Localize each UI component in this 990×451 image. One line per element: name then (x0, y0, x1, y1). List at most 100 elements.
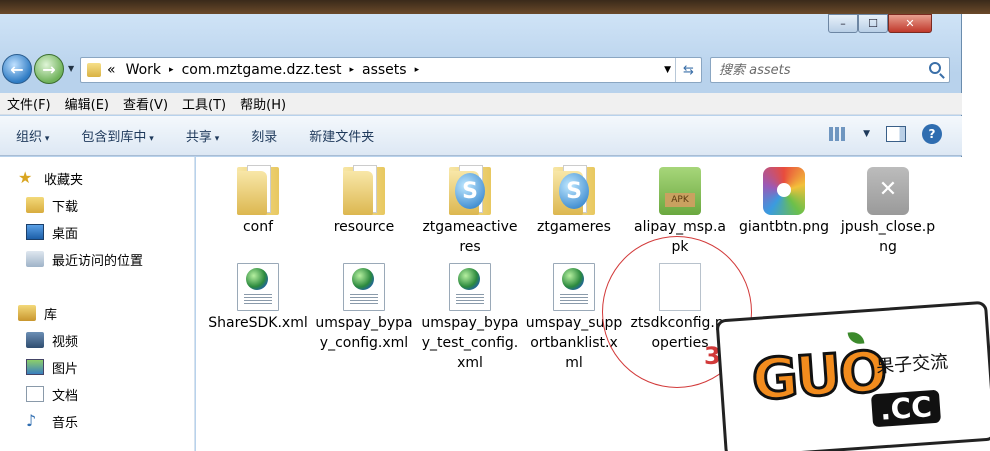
xml-icon (237, 263, 279, 311)
file-item-sharesdk-xml[interactable]: ShareSDK.xml (208, 263, 308, 333)
minimize-button[interactable]: – (828, 14, 858, 33)
file-name: resource (333, 219, 395, 235)
file-item-ztgameactiveres[interactable]: S ztgameactiveres (420, 165, 520, 257)
file-name: giantbtn.png (738, 219, 830, 235)
file-item-umspay-bypay-config-xml[interactable]: umspay_bypay_config.xml (314, 263, 414, 353)
image-icon (763, 167, 805, 215)
menu-file[interactable]: 文件(F) (0, 94, 58, 113)
close-button[interactable]: ✕ (888, 14, 932, 33)
sidebar-item-label: 文档 (52, 388, 79, 404)
menu-tools[interactable]: 工具(T) (175, 94, 233, 113)
file-item-jpush-close-png[interactable]: jpush_close.png (838, 167, 938, 257)
new-folder-button[interactable]: 新建文件夹 (293, 126, 390, 145)
chevron-right-icon[interactable]: ▸ (349, 65, 354, 75)
desktop-icon (26, 224, 44, 240)
include-in-library-button[interactable]: 包含到库中 (65, 126, 169, 145)
file-name: umspay_bypay_config.xml (315, 315, 413, 351)
sidebar-item-label: 库 (44, 307, 58, 323)
menu-help[interactable]: 帮助(H) (233, 94, 293, 113)
change-view-icon[interactable] (829, 127, 848, 141)
libraries-icon (18, 305, 36, 321)
sidebar-item-music[interactable]: ♪ 音乐 (26, 410, 78, 432)
file-item-giantbtn-png[interactable]: giantbtn.png (734, 167, 834, 237)
folder-s-icon: S (553, 165, 595, 215)
music-icon: ♪ (26, 411, 37, 430)
star-icon: ★ (18, 168, 33, 187)
breadcrumb-overflow[interactable]: « (107, 62, 116, 78)
file-name: jpush_close.png (840, 219, 936, 255)
watermark-logo: 3 GUO 果子交流 .CC (700, 296, 990, 451)
navigation-bar: ← → ▼ « Work ▸ com.mztgame.dzz.test ▸ as… (0, 52, 962, 88)
forward-arrow-icon: → (42, 59, 56, 79)
sidebar-item-label: 图片 (52, 361, 79, 377)
breadcrumb-package[interactable]: com.mztgame.dzz.test (182, 62, 342, 78)
sidebar-item-favorites[interactable]: ★ 收藏夹 (18, 167, 83, 189)
xml-icon (553, 263, 595, 311)
search-icon[interactable] (929, 62, 941, 74)
sidebar-item-documents[interactable]: 文档 (26, 383, 78, 405)
recent-places-icon (26, 251, 44, 267)
xml-icon (449, 263, 491, 311)
back-button[interactable]: ← (2, 54, 32, 84)
xml-icon (343, 263, 385, 311)
view-dropdown-icon[interactable]: ▼ (863, 129, 870, 139)
sidebar-item-label: 音乐 (52, 415, 79, 431)
breadcrumb-work[interactable]: Work (126, 62, 161, 78)
menu-view[interactable]: 查看(V) (116, 94, 175, 113)
burn-button[interactable]: 刻录 (235, 126, 293, 145)
file-item-conf[interactable]: conf (208, 165, 308, 237)
watermark-tagline: 果子交流 (875, 351, 949, 378)
address-bar[interactable]: « Work ▸ com.mztgame.dzz.test ▸ assets ▸… (80, 57, 702, 83)
view-controls: ▼ ? (829, 124, 942, 144)
back-arrow-icon: ← (10, 59, 24, 79)
breadcrumb-assets[interactable]: assets (362, 62, 407, 78)
downloads-folder-icon (26, 197, 44, 213)
file-name: ztgameactiveres (422, 219, 518, 255)
watermark-main-text: GUO (748, 338, 888, 415)
close-image-icon (867, 167, 909, 215)
window-controls: – ☐ ✕ (828, 14, 932, 33)
sidebar-item-libraries[interactable]: 库 (18, 302, 57, 324)
folder-icon (87, 63, 101, 77)
folder-icon (343, 165, 385, 215)
sidebar-item-label: 下载 (52, 199, 79, 215)
refresh-icon[interactable]: ⇆ (675, 58, 701, 82)
preview-pane-icon[interactable] (886, 126, 906, 142)
recent-pages-dropdown-icon[interactable]: ▼ (68, 64, 74, 73)
file-name: ztgameres (537, 219, 611, 235)
documents-icon (26, 386, 44, 402)
search-input[interactable] (719, 61, 919, 79)
menu-bar: 文件(F) 编辑(E) 查看(V) 工具(T) 帮助(H) (0, 93, 962, 115)
chevron-right-icon[interactable]: ▸ (415, 65, 420, 75)
maximize-button[interactable]: ☐ (858, 14, 888, 33)
sidebar-item-pictures[interactable]: 图片 (26, 356, 78, 378)
sidebar-item-label: 视频 (52, 334, 79, 350)
help-icon[interactable]: ? (922, 124, 942, 144)
share-button[interactable]: 共享 (170, 126, 235, 145)
menu-edit[interactable]: 编辑(E) (58, 94, 116, 113)
sidebar-item-label: 桌面 (52, 226, 79, 242)
file-name: conf (242, 219, 274, 235)
address-dropdown-icon[interactable]: ▼ (664, 65, 671, 75)
file-name: umspay_bypay_test_config.xml (421, 315, 519, 371)
sidebar-item-videos[interactable]: 视频 (26, 329, 78, 351)
sidebar-item-recent-places[interactable]: 最近访问的位置 (26, 248, 143, 270)
apk-icon (659, 167, 701, 215)
watermark-domain: .CC (870, 389, 941, 428)
file-item-ztgameres[interactable]: S ztgameres (524, 165, 624, 237)
videos-icon (26, 332, 44, 348)
search-box (710, 57, 950, 83)
file-name: ShareSDK.xml (208, 315, 308, 331)
sidebar-item-downloads[interactable]: 下载 (26, 194, 78, 216)
chevron-right-icon[interactable]: ▸ (169, 65, 174, 75)
file-item-resource[interactable]: resource (314, 165, 414, 237)
sidebar-item-desktop[interactable]: 桌面 (26, 221, 78, 243)
file-item-umspay-bypay-test-config-xml[interactable]: umspay_bypay_test_config.xml (420, 263, 520, 373)
folder-icon (237, 165, 279, 215)
command-bar: 组织 包含到库中 共享 刻录 新建文件夹 ▼ ? (0, 116, 962, 156)
breadcrumb: « Work ▸ com.mztgame.dzz.test ▸ assets ▸ (107, 62, 427, 78)
organize-button[interactable]: 组织 (0, 126, 65, 145)
navigation-pane: ★ 收藏夹 下载 桌面 最近访问的位置 库 视频 图片 文档 ♪ 音乐 (0, 157, 195, 451)
forward-button[interactable]: → (34, 54, 64, 84)
folder-s-icon: S (449, 165, 491, 215)
